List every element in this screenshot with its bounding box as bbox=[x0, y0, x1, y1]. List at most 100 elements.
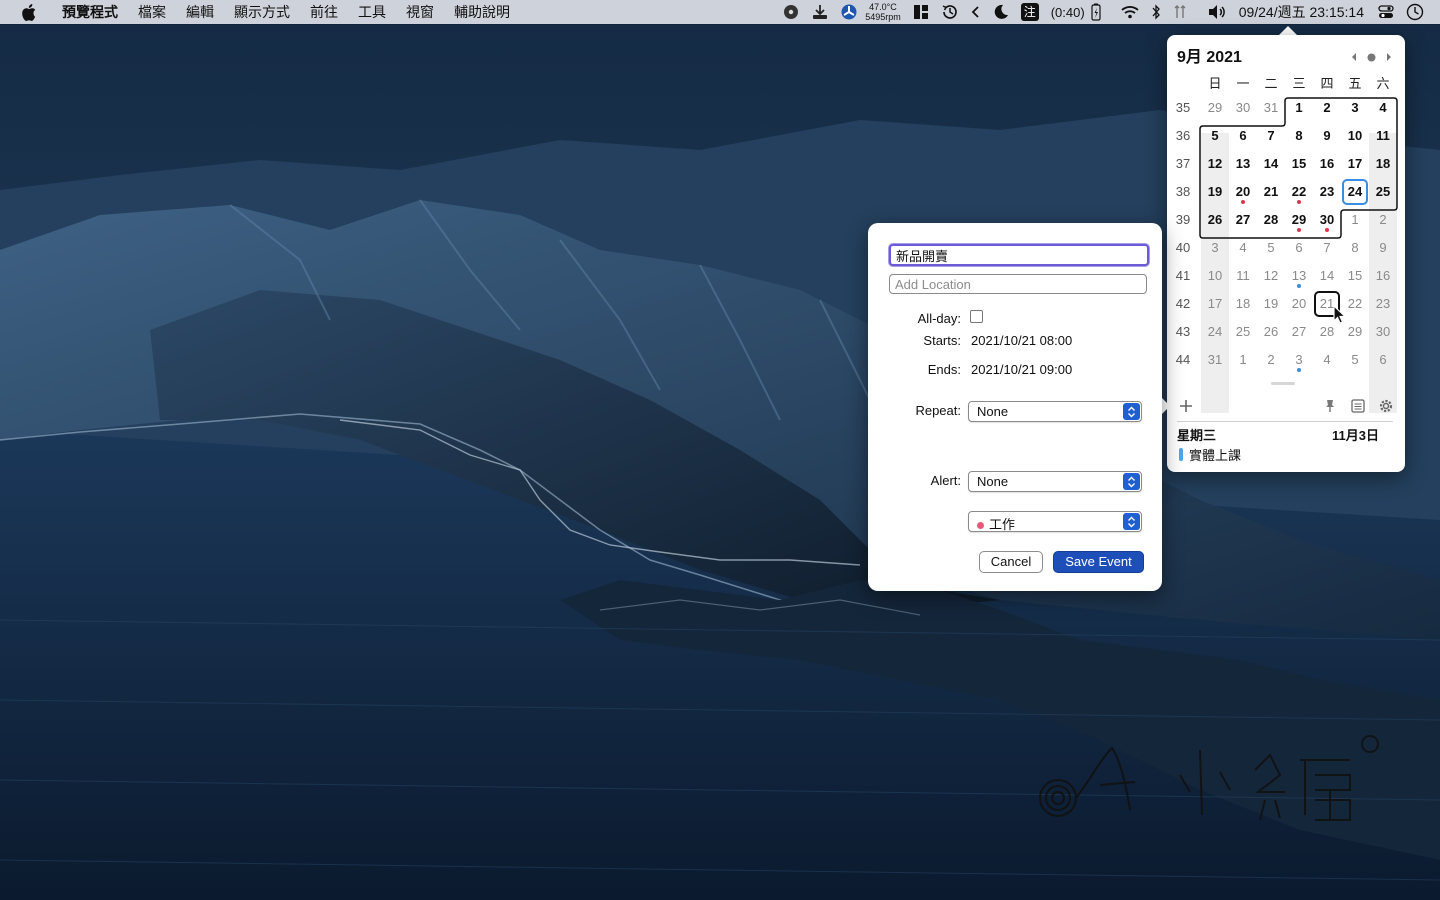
menu-window[interactable]: 視窗 bbox=[396, 0, 444, 24]
calendar-day[interactable]: 23 bbox=[1313, 178, 1341, 206]
network-icon[interactable] bbox=[1173, 0, 1187, 24]
calendar-day[interactable]: 19 bbox=[1201, 178, 1229, 206]
calendar-day[interactable]: 5 bbox=[1257, 234, 1285, 262]
alert-select[interactable]: None bbox=[968, 471, 1142, 492]
calendar-day[interactable]: 28 bbox=[1257, 206, 1285, 234]
calendar-day[interactable]: 2 bbox=[1369, 206, 1397, 234]
today-dot-icon[interactable] bbox=[1367, 49, 1376, 67]
starts-value[interactable]: 2021/10/21 08:00 bbox=[971, 333, 1072, 348]
calendar-day[interactable]: 5 bbox=[1341, 346, 1369, 374]
calendar-day[interactable]: 25 bbox=[1229, 318, 1257, 346]
calendar-day[interactable]: 7 bbox=[1257, 122, 1285, 150]
battery-icon[interactable] bbox=[1091, 0, 1101, 24]
clock-icon[interactable] bbox=[1406, 0, 1424, 24]
menu-view[interactable]: 顯示方式 bbox=[224, 0, 300, 24]
calendar-day[interactable]: 20 bbox=[1285, 290, 1313, 318]
music-icon[interactable] bbox=[783, 0, 799, 24]
bluetooth-icon[interactable] bbox=[1151, 0, 1161, 24]
calendar-day[interactable]: 9 bbox=[1313, 122, 1341, 150]
calendar-day[interactable]: 2 bbox=[1257, 346, 1285, 374]
menu-go[interactable]: 前往 bbox=[300, 0, 348, 24]
chevron-left-icon[interactable] bbox=[971, 0, 981, 24]
pin-icon[interactable] bbox=[1319, 395, 1341, 417]
menu-tools[interactable]: 工具 bbox=[348, 0, 396, 24]
menu-help[interactable]: 輔助說明 bbox=[444, 0, 520, 24]
ends-value[interactable]: 2021/10/21 09:00 bbox=[971, 362, 1072, 377]
calendar-day[interactable]: 16 bbox=[1369, 262, 1397, 290]
repeat-select[interactable]: None bbox=[968, 401, 1142, 422]
calendar-day[interactable]: 20 bbox=[1229, 178, 1257, 206]
time-machine-icon[interactable] bbox=[941, 0, 959, 24]
calendar-day[interactable]: 3 bbox=[1341, 94, 1369, 122]
calendar-day[interactable]: 7 bbox=[1313, 234, 1341, 262]
calendar-day[interactable]: 24 bbox=[1201, 318, 1229, 346]
calendar-day[interactable]: 5 bbox=[1201, 122, 1229, 150]
menu-edit[interactable]: 編輯 bbox=[176, 0, 224, 24]
event-list-item[interactable]: 實體上課 bbox=[1179, 445, 1241, 464]
calendar-day[interactable]: 4 bbox=[1229, 234, 1257, 262]
next-month-icon[interactable] bbox=[1385, 49, 1393, 67]
control-center-icon[interactable] bbox=[1378, 0, 1394, 24]
fan-temperature-icon[interactable] bbox=[841, 0, 857, 24]
add-icon[interactable] bbox=[1175, 395, 1197, 417]
calendar-day[interactable]: 8 bbox=[1341, 234, 1369, 262]
calendar-day[interactable]: 15 bbox=[1285, 150, 1313, 178]
calendar-day[interactable]: 12 bbox=[1201, 150, 1229, 178]
calendar-day[interactable]: 26 bbox=[1201, 206, 1229, 234]
calendar-day[interactable]: 22 bbox=[1285, 178, 1313, 206]
calendar-day[interactable]: 19 bbox=[1257, 290, 1285, 318]
calendar-day[interactable]: 13 bbox=[1285, 262, 1313, 290]
apple-logo-icon[interactable] bbox=[22, 3, 38, 21]
calendar-day[interactable]: 31 bbox=[1257, 94, 1285, 122]
calendar-day[interactable]: 4 bbox=[1369, 94, 1397, 122]
calendar-day[interactable]: 4 bbox=[1313, 346, 1341, 374]
calendar-day[interactable]: 29 bbox=[1285, 206, 1313, 234]
calendar-day[interactable]: 25 bbox=[1369, 178, 1397, 206]
calendar-day[interactable]: 9 bbox=[1369, 234, 1397, 262]
calendar-day[interactable]: 23 bbox=[1369, 290, 1397, 318]
download-icon[interactable] bbox=[811, 0, 829, 24]
wifi-icon[interactable] bbox=[1121, 0, 1139, 24]
calendar-day[interactable]: 27 bbox=[1285, 318, 1313, 346]
moon-icon[interactable] bbox=[993, 0, 1009, 24]
calendar-day[interactable]: 6 bbox=[1285, 234, 1313, 262]
layout-icon[interactable] bbox=[913, 0, 929, 24]
calendar-day[interactable]: 1 bbox=[1285, 94, 1313, 122]
calendar-day[interactable]: 27 bbox=[1229, 206, 1257, 234]
calendar-day[interactable]: 3 bbox=[1201, 234, 1229, 262]
calendar-day[interactable]: 11 bbox=[1229, 262, 1257, 290]
calendar-day[interactable]: 30 bbox=[1229, 94, 1257, 122]
event-title-input[interactable] bbox=[889, 244, 1149, 266]
calendar-day[interactable]: 2 bbox=[1313, 94, 1341, 122]
calendar-day[interactable]: 29 bbox=[1201, 94, 1229, 122]
calendar-day[interactable]: 1 bbox=[1341, 206, 1369, 234]
calendar-day[interactable]: 21 bbox=[1257, 178, 1285, 206]
calendar-day[interactable]: 10 bbox=[1341, 122, 1369, 150]
calendar-day[interactable]: 6 bbox=[1229, 122, 1257, 150]
calendar-day[interactable]: 18 bbox=[1369, 150, 1397, 178]
calendar-day[interactable]: 13 bbox=[1229, 150, 1257, 178]
calendar-day[interactable]: 1 bbox=[1229, 346, 1257, 374]
cancel-button[interactable]: Cancel bbox=[979, 551, 1043, 573]
calendar-day[interactable]: 17 bbox=[1201, 290, 1229, 318]
calendar-select[interactable]: 工作 bbox=[968, 511, 1142, 532]
gear-icon[interactable] bbox=[1375, 395, 1397, 417]
calendar-day[interactable]: 12 bbox=[1257, 262, 1285, 290]
allday-checkbox[interactable] bbox=[970, 310, 983, 323]
calendar-day[interactable]: 30 bbox=[1313, 206, 1341, 234]
calendar-day[interactable]: 17 bbox=[1341, 150, 1369, 178]
calendar-day[interactable]: 18 bbox=[1229, 290, 1257, 318]
volume-icon[interactable] bbox=[1207, 0, 1227, 24]
calendar-day[interactable]: 30 bbox=[1369, 318, 1397, 346]
calendar-day[interactable]: 26 bbox=[1257, 318, 1285, 346]
calendar-day[interactable]: 15 bbox=[1341, 262, 1369, 290]
calendar-day[interactable]: 14 bbox=[1313, 262, 1341, 290]
input-method-icon[interactable]: 注 bbox=[1020, 0, 1039, 24]
calendar-day[interactable]: 16 bbox=[1313, 150, 1341, 178]
calendar-day[interactable]: 31 bbox=[1201, 346, 1229, 374]
menu-app-name[interactable]: 預覽程式 bbox=[52, 0, 128, 24]
save-event-button[interactable]: Save Event bbox=[1053, 551, 1144, 573]
calendar-day[interactable]: 10 bbox=[1201, 262, 1229, 290]
calendar-day[interactable]: 8 bbox=[1285, 122, 1313, 150]
menubar-clock[interactable]: 09/24/週五 23:15:14 bbox=[1239, 2, 1364, 22]
